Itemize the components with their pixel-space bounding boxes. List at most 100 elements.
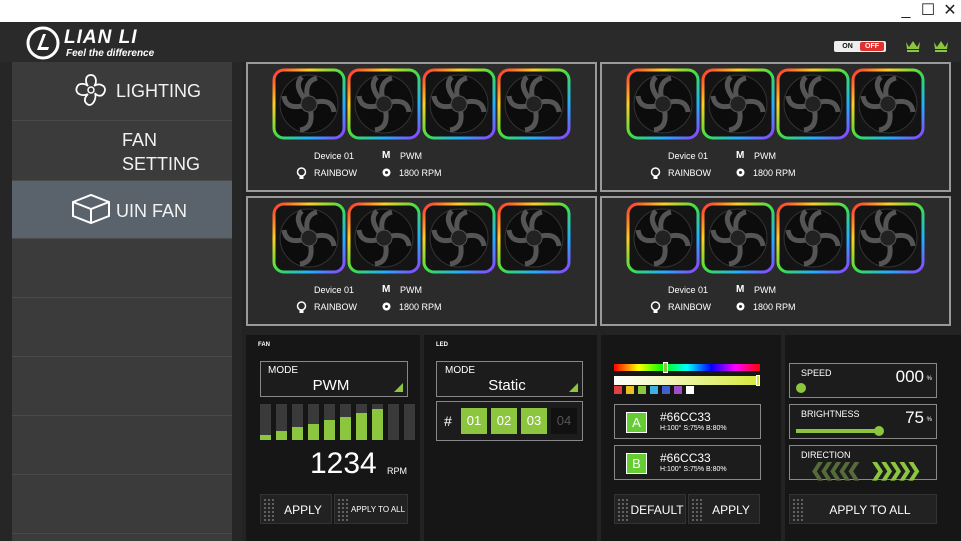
fan-speed-bar[interactable] <box>372 404 383 440</box>
led-mode-select[interactable]: MODE Static <box>436 361 583 397</box>
led-mode-value: Static <box>488 377 526 394</box>
color-swatch[interactable] <box>614 386 622 394</box>
close-button[interactable]: ✕ <box>941 2 959 20</box>
color-b-hex: #66CC33 <box>660 451 711 465</box>
brightness-slider-fill[interactable] <box>796 429 879 433</box>
fan-icon <box>851 68 925 140</box>
sidebar-item-label: FAN SETTING <box>122 130 201 174</box>
device-name: Device 01 <box>668 285 709 295</box>
led-slot-button[interactable]: 02 <box>491 408 517 434</box>
fan-icon <box>347 68 421 140</box>
brightness-label: BRIGHTNESS <box>801 409 860 419</box>
hue-slider[interactable] <box>614 364 760 371</box>
fan-speed-bar-fill <box>372 409 383 440</box>
fan-speed-bar[interactable] <box>276 404 287 440</box>
fan-speed-bar[interactable] <box>260 404 271 440</box>
fan-speed-bar[interactable] <box>340 404 351 440</box>
device-rpm: 1800 RPM <box>753 168 796 178</box>
direction-right-arrows[interactable]: ❯❯❯❯❯ <box>870 460 921 481</box>
effect-panel: SPEED 000 % BRIGHTNESS 75 % DIRECTION ❮❮… <box>785 335 961 541</box>
device-card[interactable]: Device 01 M PWM RAINBOW 1800 RPM <box>600 196 951 326</box>
led-panel: LED MODE Static # 01 02 03 04 <box>424 335 597 541</box>
fan-speed-bar-fill <box>276 431 287 440</box>
fan-speed-bar[interactable] <box>308 404 319 440</box>
crown-icon[interactable] <box>932 38 950 54</box>
maximize-button[interactable]: ☐ <box>919 2 937 20</box>
sidebar-empty-slot <box>12 357 232 416</box>
led-slot-button[interactable]: 01 <box>461 408 487 434</box>
fan-apply-button[interactable]: APPLY <box>260 494 332 524</box>
effect-apply-all-label: APPLY TO ALL <box>829 503 911 517</box>
fan-apply-all-label: APPLY TO ALL <box>350 505 406 514</box>
color-apply-button[interactable]: APPLY <box>688 494 760 524</box>
device-card[interactable]: Device 01 M PWM RAINBOW 1800 RPM <box>246 62 597 192</box>
sidebar-item-uin-fan[interactable]: UIN FAN <box>12 181 232 239</box>
fan-rpm-value: 1234 <box>310 447 377 480</box>
fan-icon <box>497 202 571 274</box>
fan-speed-bar[interactable] <box>356 404 367 440</box>
fan-mode-select[interactable]: MODE PWM <box>260 361 408 397</box>
device-mode: PWM <box>400 285 422 295</box>
fan-speed-bar-fill <box>356 413 367 440</box>
color-swatch[interactable] <box>626 386 634 394</box>
brand-logo: LIAN LI Feel the difference <box>26 26 176 60</box>
fan-rpm-unit: RPM <box>387 466 407 476</box>
fan-panel: FAN MODE PWM 1234 RPM APPLY APPLY TO ALL <box>246 335 420 541</box>
fan-speed-bar-fill <box>340 416 351 440</box>
color-b-card[interactable]: B #66CC33 H:100° S:75% B:80% <box>614 445 761 480</box>
sidebar-empty-slot <box>12 239 232 298</box>
default-button[interactable]: DEFAULT <box>614 494 686 524</box>
fan-speed-bar[interactable] <box>388 404 399 440</box>
speed-slider-thumb[interactable] <box>796 383 806 393</box>
crown-icon[interactable] <box>904 38 922 54</box>
direction-left-arrows[interactable]: ❮❮❮❮❮ <box>810 460 861 481</box>
device-card[interactable]: Device 01 M PWM RAINBOW 1800 RPM <box>600 62 951 192</box>
led-slot-button[interactable]: 04 <box>551 408 577 434</box>
fan-apply-all-button[interactable]: APPLY TO ALL <box>334 494 408 524</box>
hue-slider-thumb[interactable] <box>663 362 669 373</box>
saturation-slider-thumb[interactable] <box>756 375 760 386</box>
speed-unit: % <box>926 376 932 382</box>
color-swatch[interactable] <box>674 386 682 394</box>
device-mode: PWM <box>400 151 422 161</box>
color-swatch[interactable] <box>638 386 646 394</box>
device-mode: PWM <box>754 151 776 161</box>
color-swatch[interactable] <box>650 386 658 394</box>
color-swatch[interactable] <box>662 386 670 394</box>
color-swatch[interactable] <box>686 386 694 394</box>
flower-icon <box>75 74 106 106</box>
sidebar-item-fan-setting[interactable]: FAN SETTING <box>12 121 232 224</box>
fan-speed-bar[interactable] <box>404 404 415 440</box>
color-panel: A #66CC33 H:100° S:75% B:80% B #66CC33 H… <box>601 335 781 541</box>
fan-speed-bar[interactable] <box>292 404 303 440</box>
grip-icon <box>792 498 804 522</box>
mode-key-icon: M <box>382 150 390 161</box>
sidebar-empty-slot <box>12 298 232 357</box>
minimize-button[interactable]: _ <box>897 2 915 20</box>
gear-icon <box>736 302 745 311</box>
mode-key: M <box>382 284 391 295</box>
effect-apply-all-button[interactable]: APPLY TO ALL <box>789 494 937 524</box>
default-label: DEFAULT <box>630 503 684 517</box>
fan-icon <box>272 202 346 274</box>
main-content: Device 01 M PWM RAINBOW 1800 RPM Device … <box>242 62 961 541</box>
speed-label: SPEED <box>801 368 832 378</box>
color-a-hsb: H:100° S:75% B:80% <box>660 425 727 432</box>
color-a-card[interactable]: A #66CC33 H:100° S:75% B:80% <box>614 404 761 439</box>
fan-icon <box>272 68 346 140</box>
grip-icon <box>263 498 275 522</box>
fan-speed-bar[interactable] <box>324 404 335 440</box>
led-slot-button[interactable]: 03 <box>521 408 547 434</box>
saturation-slider[interactable] <box>614 376 760 385</box>
dropdown-icon <box>569 383 578 392</box>
gear-icon <box>382 302 391 311</box>
sidebar-item-lighting[interactable]: LIGHTING <box>12 62 232 121</box>
fan-icon <box>701 68 775 140</box>
fan-icon <box>626 202 700 274</box>
device-card[interactable]: Device 01 M PWM RAINBOW 1800 RPM <box>246 196 597 326</box>
power-toggle[interactable]: ON OFF <box>834 41 886 52</box>
device-name: Device 01 <box>314 285 355 295</box>
color-b-hsb: H:100° S:75% B:80% <box>660 466 727 473</box>
brightness-slider-thumb[interactable] <box>873 426 884 436</box>
bulb-icon <box>650 167 661 179</box>
